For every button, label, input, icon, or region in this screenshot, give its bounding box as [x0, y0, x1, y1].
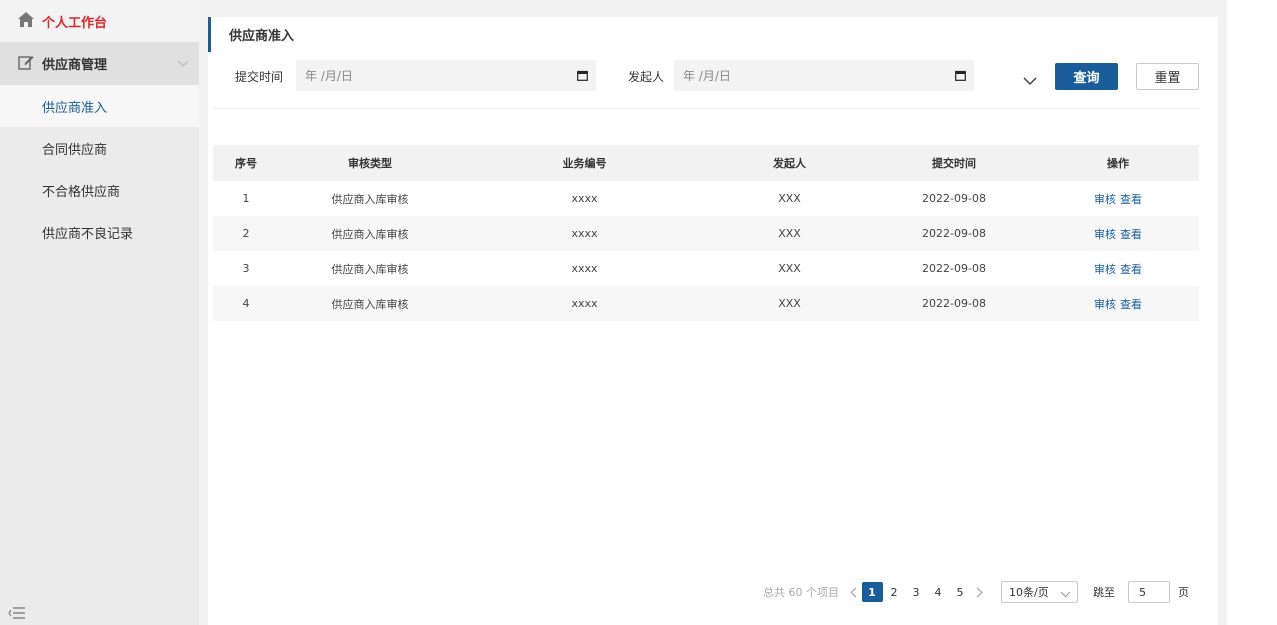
view-link[interactable]: 查看: [1120, 263, 1142, 276]
page-title: 供应商准入: [208, 17, 294, 52]
cell-code: xxxx: [571, 192, 598, 205]
initiator-placeholder: 年 /月/日: [683, 69, 731, 83]
cell-initiator: XXX: [778, 192, 801, 205]
sidebar-item-contract-supplier[interactable]: 合同供应商: [0, 127, 199, 169]
table-row: 1 供应商入库审核 xxxx XXX 2022-09-08 审核 查看: [213, 181, 1199, 216]
cell-operation: 审核 查看: [1037, 261, 1199, 277]
sidebar-item-supplier-access[interactable]: 供应商准入: [0, 85, 199, 127]
review-link[interactable]: 审核: [1094, 228, 1116, 241]
page-3-button[interactable]: 3: [906, 582, 927, 602]
cell-no: 4: [242, 297, 250, 310]
review-link[interactable]: 审核: [1094, 263, 1116, 276]
sidebar: 个人工作台 供应商管理 供应商准入 合同供应商 不合格供应商 供应商不良记录: [0, 0, 199, 625]
sidebar-item-unqualified-supplier[interactable]: 不合格供应商: [0, 169, 199, 211]
cell-submit-time: 2022-09-08: [922, 297, 986, 310]
table-header: 序号 审核类型 业务编号 发起人 提交时间 操作: [213, 145, 1199, 181]
header-submit-time: 提交时间: [932, 157, 976, 170]
chevron-down-icon: [1060, 588, 1071, 601]
cell-initiator: XXX: [778, 262, 801, 275]
cell-code: xxxx: [571, 297, 598, 310]
cell-operation: 审核 查看: [1037, 226, 1199, 242]
header-type: 审核类型: [348, 157, 392, 170]
jump-label: 跳至: [1093, 586, 1115, 599]
page-size-value: 10条/页: [1009, 586, 1049, 599]
table-row: 3 供应商入库审核 xxxx XXX 2022-09-08 审核 查看: [213, 251, 1199, 286]
page-1-button[interactable]: 1: [861, 582, 883, 602]
sidebar-home[interactable]: 个人工作台: [0, 0, 199, 42]
next-page-icon[interactable]: [971, 587, 987, 598]
header-no: 序号: [235, 157, 257, 170]
prev-page-icon[interactable]: [845, 587, 861, 598]
cell-submit-time: 2022-09-08: [922, 227, 986, 240]
cell-submit-time: 2022-09-08: [922, 262, 986, 275]
cell-type: 供应商入库审核: [331, 297, 409, 311]
view-link[interactable]: 查看: [1120, 228, 1142, 241]
header-code: 业务编号: [562, 157, 607, 170]
jump-page-input[interactable]: 5: [1128, 581, 1170, 603]
sidebar-group-supplier[interactable]: 供应商管理: [0, 42, 199, 85]
page-size-select[interactable]: 10条/页: [1001, 581, 1078, 603]
table-row: 4 供应商入库审核 xxxx XXX 2022-09-08 审核 查看: [213, 286, 1199, 321]
cell-no: 3: [242, 262, 250, 275]
page-5-button[interactable]: 5: [950, 582, 971, 602]
collapse-menu-icon[interactable]: [8, 606, 26, 623]
view-link[interactable]: 查看: [1120, 298, 1142, 311]
cell-no: 1: [242, 192, 250, 205]
page-4-button[interactable]: 4: [928, 582, 949, 602]
cell-initiator: XXX: [778, 297, 801, 310]
edit-icon: [18, 54, 34, 73]
sidebar-group-label: 供应商管理: [42, 58, 108, 73]
cell-type: 供应商入库审核: [331, 262, 409, 276]
cell-code: xxxx: [571, 262, 598, 275]
initiator-input[interactable]: 年 /月/日: [674, 60, 974, 91]
expand-filters-icon[interactable]: [1023, 75, 1037, 89]
calendar-icon[interactable]: [955, 70, 966, 84]
cell-type: 供应商入库审核: [331, 227, 409, 241]
submit-time-placeholder: 年 /月/日: [305, 69, 353, 83]
cell-submit-time: 2022-09-08: [922, 192, 986, 205]
initiator-label: 发起人: [628, 70, 665, 84]
page-unit-label: 页: [1178, 586, 1189, 599]
cell-code: xxxx: [571, 227, 598, 240]
sidebar-item-supplier-bad-record[interactable]: 供应商不良记录: [0, 211, 199, 253]
cell-no: 2: [242, 227, 250, 240]
page-2-button[interactable]: 2: [884, 582, 905, 602]
home-icon: [18, 12, 34, 30]
cell-type: 供应商入库审核: [331, 192, 409, 206]
query-button[interactable]: 查询: [1055, 63, 1118, 90]
calendar-icon[interactable]: [577, 70, 588, 84]
filter-divider: [213, 108, 1199, 109]
submit-time-label: 提交时间: [235, 70, 284, 84]
table-row: 2 供应商入库审核 xxxx XXX 2022-09-08 审核 查看: [213, 216, 1199, 251]
view-link[interactable]: 查看: [1120, 193, 1142, 206]
chevron-down-icon: [177, 57, 189, 71]
right-gutter: [1218, 0, 1227, 625]
top-gutter: [199, 0, 1227, 17]
cell-operation: 审核 查看: [1037, 191, 1199, 207]
total-items-text: 总共 60 个项目: [763, 586, 839, 599]
cell-initiator: XXX: [778, 227, 801, 240]
review-link[interactable]: 审核: [1094, 298, 1116, 311]
left-gutter: [199, 0, 208, 625]
cell-operation: 审核 查看: [1037, 296, 1199, 312]
main-panel: 供应商准入 提交时间 年 /月/日 发起人 年 /月/日 查询 重置 序号 审核…: [208, 17, 1218, 625]
header-initiator: 发起人: [773, 157, 806, 170]
submit-time-input[interactable]: 年 /月/日: [296, 60, 596, 91]
sidebar-home-label: 个人工作台: [42, 15, 108, 31]
reset-button[interactable]: 重置: [1136, 63, 1199, 90]
review-link[interactable]: 审核: [1094, 193, 1116, 206]
header-operation: 操作: [1107, 157, 1129, 170]
pagination: 总共 60 个项目 1 2 3 4 5 10条/页 跳至 5 页: [763, 581, 1189, 603]
approval-table: 序号 审核类型 业务编号 发起人 提交时间 操作 1 供应商入库审核 xxxx …: [213, 145, 1199, 321]
